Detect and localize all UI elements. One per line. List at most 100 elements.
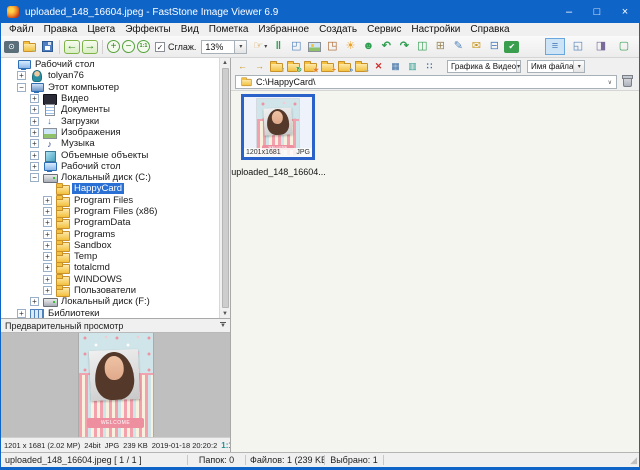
expand-plus-icon[interactable]: +	[43, 263, 52, 272]
expand-plus-icon[interactable]: +	[30, 105, 39, 114]
collapse-minus-icon[interactable]: −	[30, 173, 39, 182]
zoom-in-button[interactable]: +	[107, 40, 120, 53]
tree-item-users[interactable]: +Пользователи	[1, 285, 219, 296]
delete-file-button[interactable]: ✕	[371, 60, 386, 73]
view-thumbnails-button[interactable]: ▦	[388, 60, 403, 73]
acquire-camera-button[interactable]: ⊙	[4, 41, 19, 53]
maximize-button[interactable]: □	[583, 1, 611, 23]
tree-item-disk-f[interactable]: +Локальный диск (F:)	[1, 296, 219, 307]
actual-size-button[interactable]: 1:1	[137, 40, 150, 53]
recycle-bin-button[interactable]	[620, 76, 635, 89]
rotate-right-button[interactable]: ↷	[396, 39, 412, 55]
expand-plus-icon[interactable]: +	[30, 151, 39, 160]
expand-plus-icon[interactable]: +	[43, 207, 52, 216]
menu-settings[interactable]: Настройки	[406, 24, 465, 35]
tree-item-downloads[interactable]: +↓Загрузки	[1, 115, 219, 126]
image-wall-button[interactable]	[306, 39, 322, 55]
view-list-button[interactable]: ∷	[422, 60, 437, 73]
tree-item-3d-objects[interactable]: +Объемные объекты	[1, 149, 219, 160]
red-eye-button[interactable]: ☻	[360, 39, 376, 55]
tree-item-program-files[interactable]: +Program Files	[1, 195, 219, 206]
zoom-out-button[interactable]: −	[122, 40, 135, 53]
expand-plus-icon[interactable]: +	[30, 162, 39, 171]
expand-plus-icon[interactable]: +	[43, 252, 52, 261]
tree-item-sandbox[interactable]: +Sandbox	[1, 240, 219, 251]
tree-item-video[interactable]: +Видео	[1, 93, 219, 104]
back-button[interactable]: ←	[235, 60, 250, 73]
chevron-down-icon[interactable]: ∨	[608, 79, 612, 86]
draw-board-button[interactable]: ✎	[450, 39, 466, 55]
swap-compare-button[interactable]: ‖	[270, 39, 286, 55]
chevron-down-icon[interactable]: ▾	[573, 61, 584, 72]
expand-plus-icon[interactable]: +	[43, 196, 52, 205]
print-button[interactable]: ⊟	[486, 39, 502, 55]
compare-images-button[interactable]: ◫	[414, 39, 430, 55]
expand-plus-icon[interactable]: +	[17, 309, 26, 318]
menu-view[interactable]: Вид	[176, 24, 204, 35]
chevron-down-icon[interactable]: ▾	[516, 61, 520, 72]
chevron-down-icon[interactable]: ▾	[235, 40, 247, 54]
folder-up-button[interactable]: ↑	[269, 60, 284, 73]
tree-item-pictures[interactable]: +Изображения	[1, 127, 219, 138]
dropdown-arrow-icon[interactable]: ▾	[264, 44, 267, 50]
folder-favorites-button[interactable]: ★	[303, 60, 318, 73]
prev-image-button[interactable]: ←	[64, 40, 80, 54]
autohide-pin-icon[interactable]: ▼	[220, 322, 226, 329]
tree-item-disk-c[interactable]: −Локальный диск (C:)	[1, 172, 219, 183]
smoothing-checkbox[interactable]: ✓ Сглаж.	[155, 42, 196, 52]
expand-plus-icon[interactable]: +	[30, 94, 39, 103]
hand-tool-button[interactable]: ☞▾	[252, 39, 268, 55]
email-button[interactable]: ✉	[468, 39, 484, 55]
sort-by-select[interactable]: Имя файла ▾	[527, 60, 585, 73]
screen-capture-button[interactable]: ✔	[504, 41, 519, 53]
menu-effects[interactable]: Эффекты	[120, 24, 175, 35]
adjust-colors-button[interactable]: ☀	[342, 39, 358, 55]
tree-item-happycard[interactable]: HappyCard	[1, 183, 219, 194]
minimize-button[interactable]: –	[555, 1, 583, 23]
close-button[interactable]: ×	[611, 1, 639, 23]
forward-button[interactable]: →	[252, 60, 267, 73]
browse-select-button[interactable]: ◰	[288, 39, 304, 55]
tree-item-windows[interactable]: +WINDOWS	[1, 274, 219, 285]
rotate-left-button[interactable]: ↶	[378, 39, 394, 55]
tree-item-programdata[interactable]: +ProgramData	[1, 217, 219, 228]
menu-colors[interactable]: Цвета	[82, 24, 120, 35]
tree-item-totalcmd[interactable]: +totalcmd	[1, 262, 219, 273]
scroll-up-icon[interactable]: ▲	[220, 58, 230, 67]
view-windowed-button[interactable]: ◱	[568, 38, 588, 55]
expand-plus-icon[interactable]: +	[30, 297, 39, 306]
file-name-label[interactable]: uploaded_148_16604...	[231, 167, 326, 177]
expand-plus-icon[interactable]: +	[43, 275, 52, 284]
menu-file[interactable]: Файл	[4, 24, 39, 35]
expand-plus-icon[interactable]: +	[30, 139, 39, 148]
expand-plus-icon[interactable]: +	[30, 117, 39, 126]
resize-grip[interactable]: ◢	[627, 455, 639, 466]
view-details-button[interactable]: ≡	[545, 38, 565, 55]
tree-item-libraries[interactable]: +Библиотеки	[1, 308, 219, 318]
open-folder-button[interactable]: →	[21, 39, 37, 55]
menu-tools[interactable]: Сервис	[362, 24, 406, 35]
expand-plus-icon[interactable]: +	[43, 230, 52, 239]
move-to-folder-button[interactable]: →	[354, 60, 369, 73]
scroll-down-icon[interactable]: ▼	[220, 309, 230, 318]
tree-item-programs[interactable]: +Programs	[1, 228, 219, 239]
file-type-filter-select[interactable]: Графика & Видео ▾	[447, 60, 521, 73]
expand-plus-icon[interactable]: +	[17, 71, 26, 80]
file-list-area[interactable]: WELCOME 1201x1681 JPG uploaded_148_16604…	[231, 91, 639, 452]
tree-item-user-tolyan76[interactable]: +tolyan76	[1, 70, 219, 81]
tree-item-this-pc[interactable]: −Этот компьютер	[1, 82, 219, 93]
menu-help[interactable]: Справка	[465, 24, 514, 35]
folder-refresh-button[interactable]: ↻	[286, 60, 301, 73]
menu-tag[interactable]: Пометка	[204, 24, 254, 35]
expand-plus-icon[interactable]: +	[43, 241, 52, 250]
zoom-level-select[interactable]: 13% ▾	[201, 40, 247, 54]
tree-scrollbar[interactable]: ▲ ▼	[219, 58, 230, 318]
expand-plus-icon[interactable]: +	[43, 218, 52, 227]
menu-edit[interactable]: Правка	[39, 24, 83, 35]
scrollbar-thumb[interactable]	[222, 68, 229, 308]
address-input[interactable]: C:\HappyCard\ ∨	[235, 75, 617, 89]
view-fullwindow-button[interactable]: ◨	[591, 38, 611, 55]
tree-item-desktop[interactable]: +Рабочий стол	[1, 161, 219, 172]
save-button[interactable]	[39, 39, 55, 55]
tree-item-temp[interactable]: +Temp	[1, 251, 219, 262]
